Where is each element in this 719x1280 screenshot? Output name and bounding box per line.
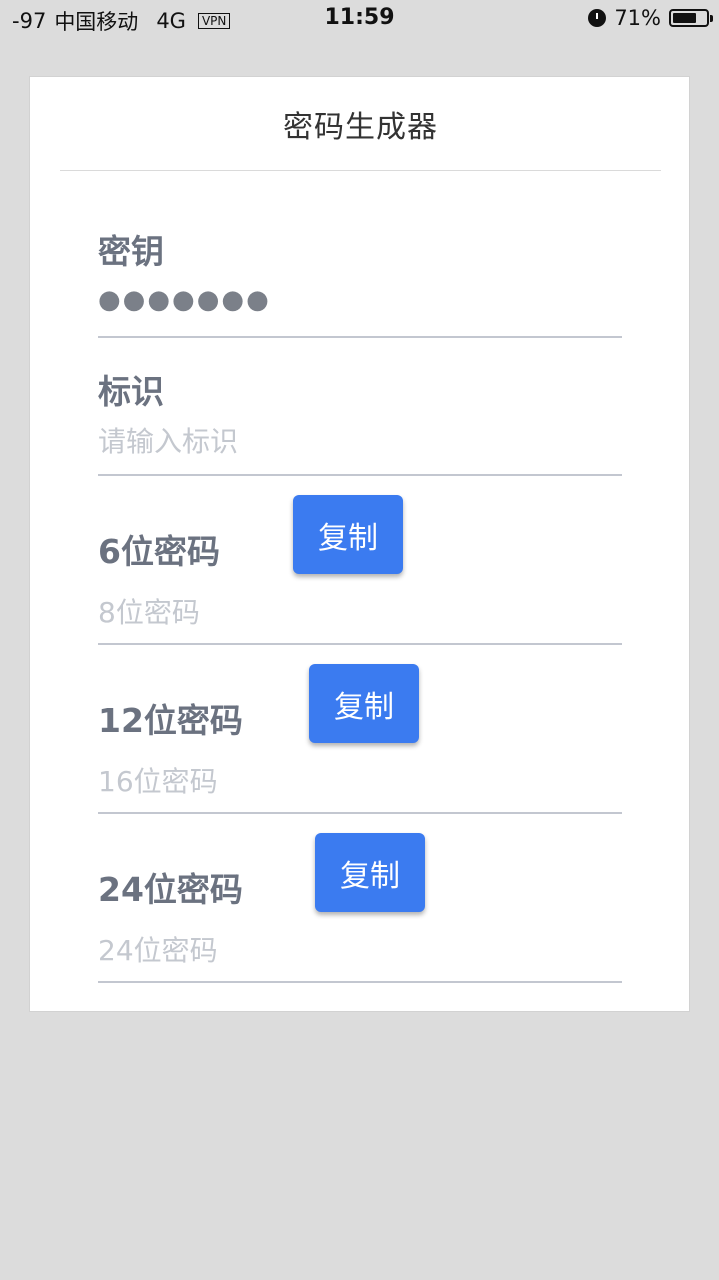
page-title: 密码生成器 bbox=[60, 77, 661, 171]
copy-6-button[interactable]: 复制 bbox=[293, 495, 403, 574]
pw12-value: 16位密码 bbox=[98, 765, 218, 798]
status-right: 71% bbox=[588, 6, 713, 30]
pw24-value: 24位密码 bbox=[98, 934, 218, 967]
pw6-field: 6位密码 8位密码 复制 bbox=[98, 495, 622, 645]
identifier-field[interactable]: 标识 请输入标识 bbox=[98, 365, 622, 476]
pw6-label: 6位密码 bbox=[98, 532, 220, 571]
key-field[interactable]: 密钥 ●●●●●●● bbox=[98, 225, 622, 338]
identifier-label: 标识 bbox=[98, 372, 164, 411]
alarm-icon bbox=[588, 9, 607, 27]
pw24-label: 24位密码 bbox=[98, 870, 243, 909]
pw12-field: 12位密码 16位密码 复制 bbox=[98, 664, 622, 814]
battery-fill bbox=[673, 13, 696, 23]
copy-24-button[interactable]: 复制 bbox=[315, 833, 425, 912]
battery-percent: 71% bbox=[614, 6, 661, 30]
generator-card: 密码生成器 密钥 ●●●●●●● 标识 请输入标识 6位密码 8位密码 复制 1… bbox=[29, 76, 690, 1012]
pw24-field: 24位密码 24位密码 复制 bbox=[98, 833, 622, 983]
identifier-input[interactable]: 请输入标识 bbox=[98, 420, 238, 460]
status-bar: -97 中国移动 4G VPN 11:59 71% bbox=[0, 0, 719, 40]
pw12-label: 12位密码 bbox=[98, 701, 243, 740]
copy-12-button[interactable]: 复制 bbox=[309, 664, 419, 743]
key-input[interactable]: ●●●●●●● bbox=[98, 285, 271, 315]
key-label: 密钥 bbox=[98, 232, 164, 271]
battery-icon bbox=[669, 9, 713, 27]
pw6-value: 8位密码 bbox=[98, 596, 200, 629]
